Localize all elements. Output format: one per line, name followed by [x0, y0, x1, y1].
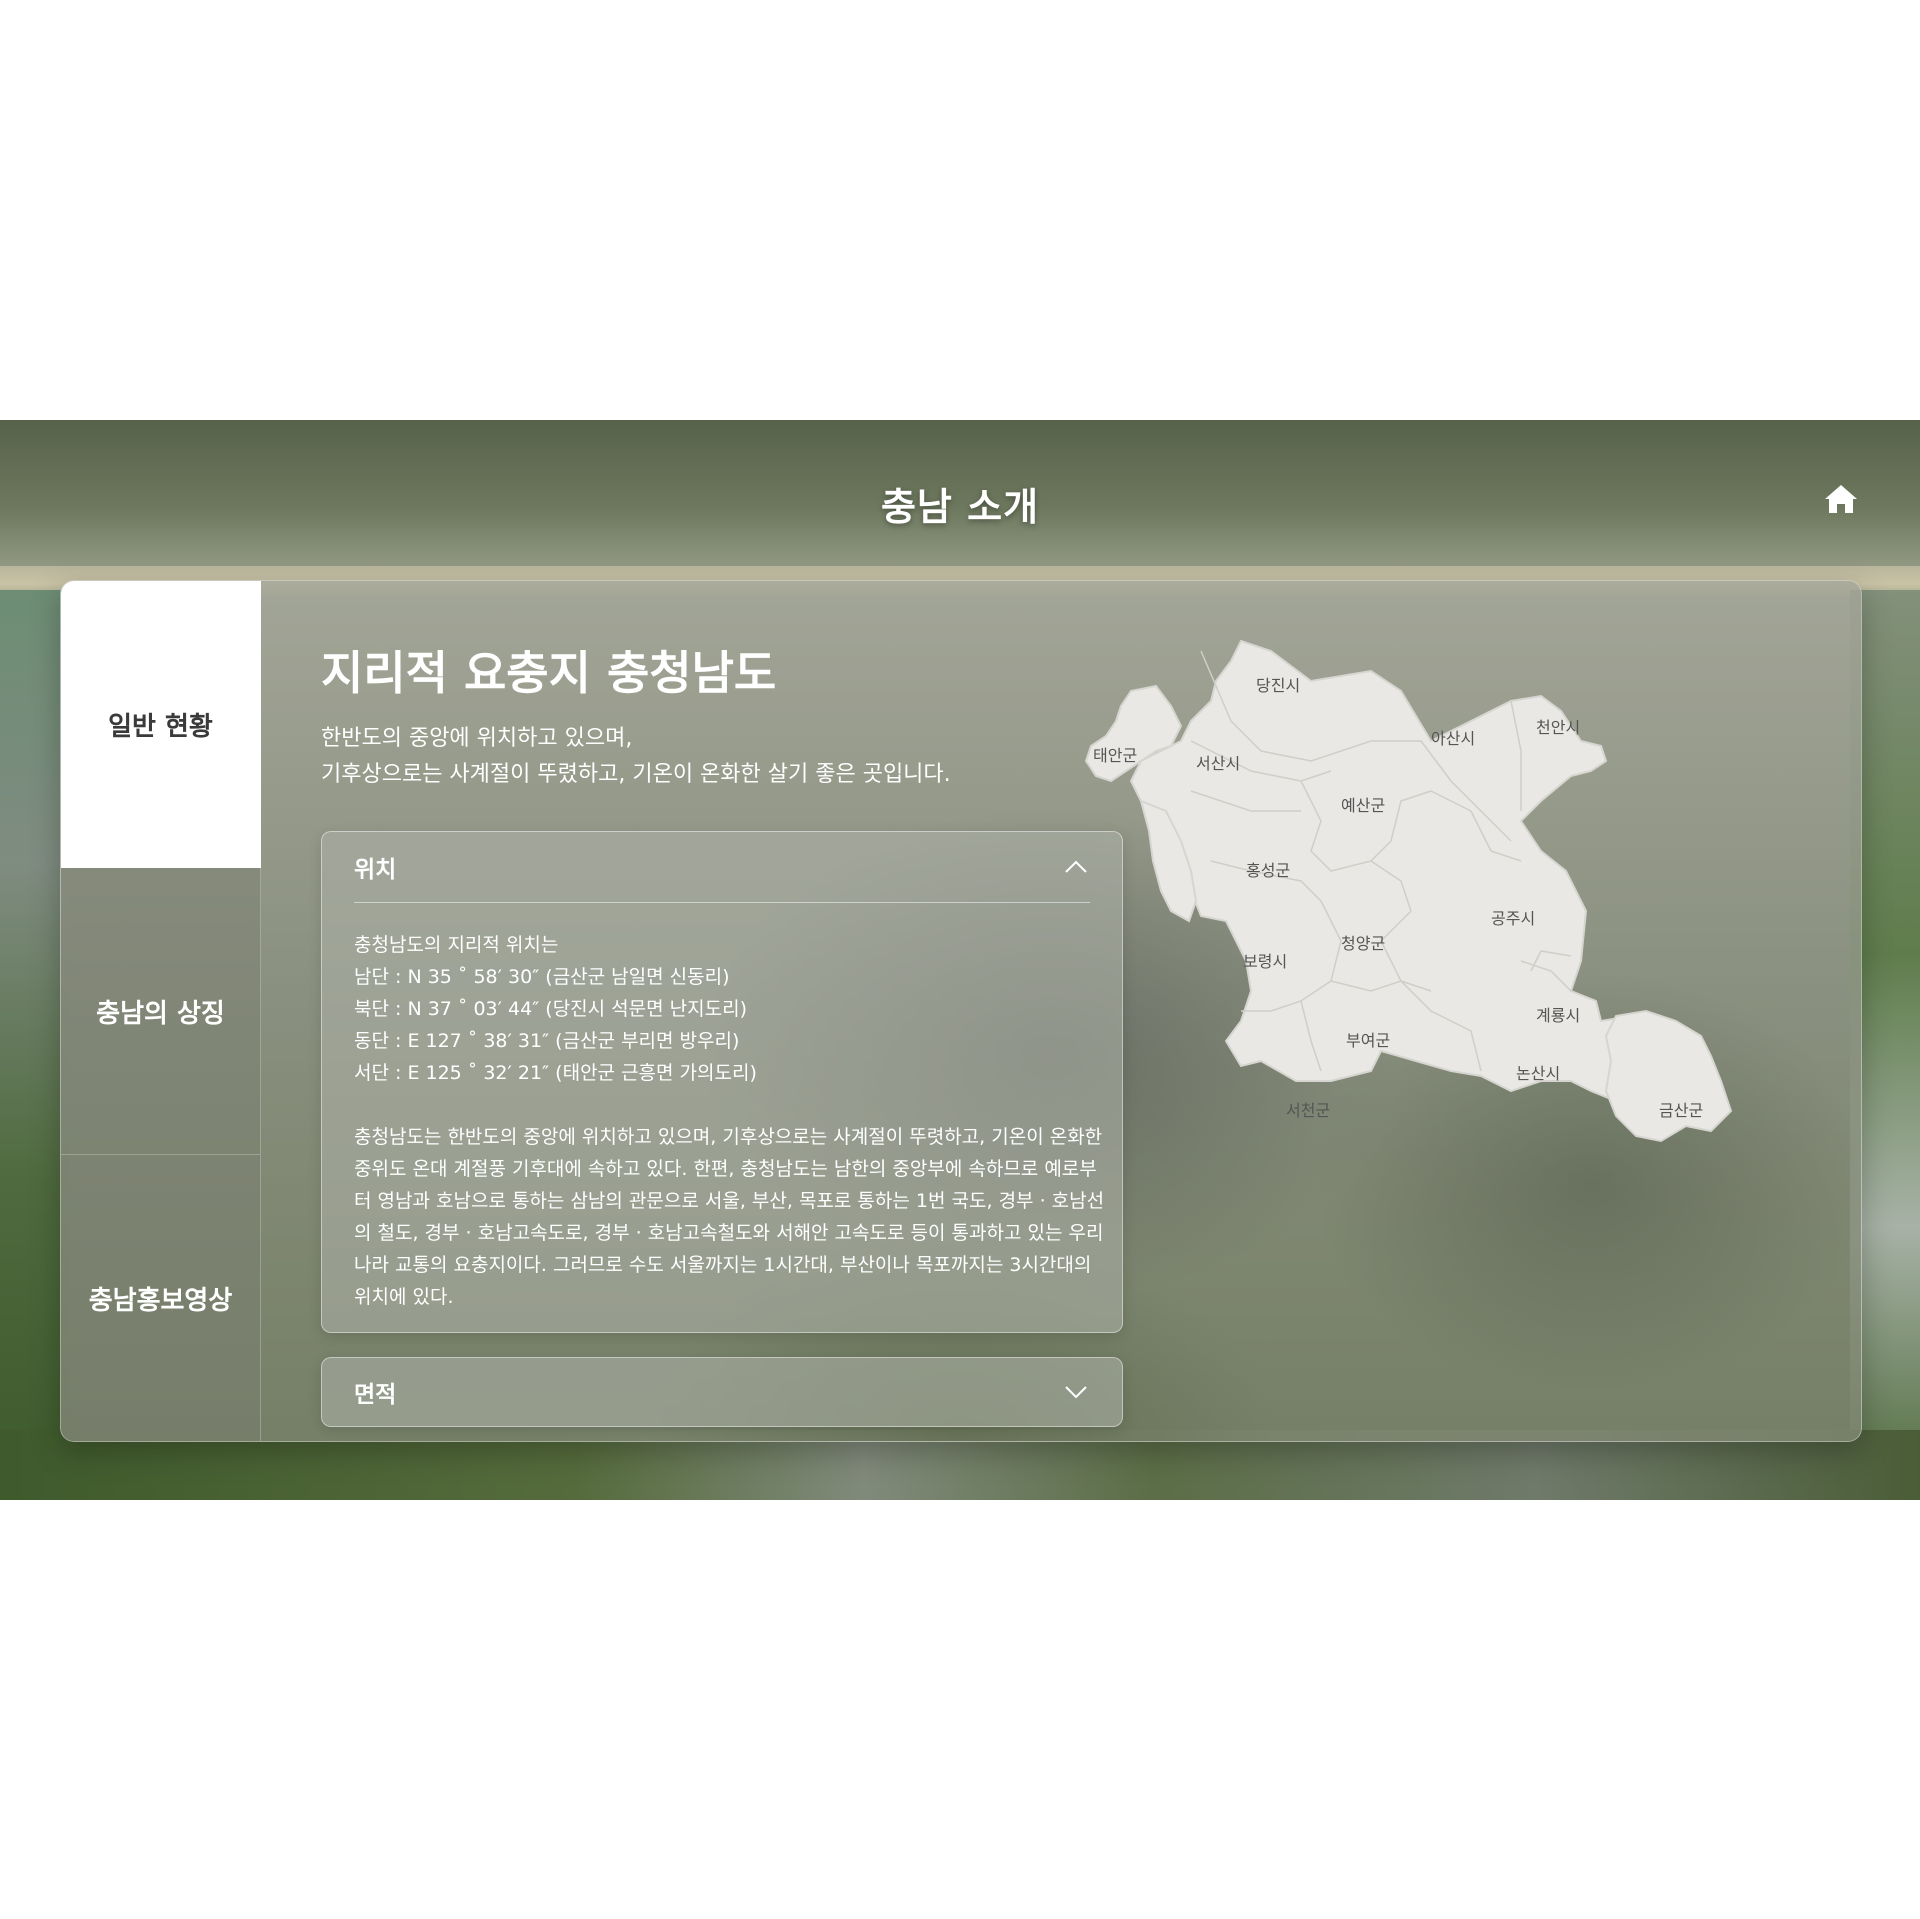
- sidebar-item-general[interactable]: 일반 현황: [61, 581, 261, 868]
- map-label-seosan[interactable]: 서산시: [1196, 754, 1240, 773]
- paragraph-line: 중위도 온대 계절풍 기후대에 속하고 있다. 한편, 충청남도는 남한의 중앙…: [354, 1158, 1097, 1180]
- accordion-body-location: 충청남도의 지리적 위치는 남단 : N 35 ˚ 58′ 30″ (금산군 남…: [322, 903, 1122, 1313]
- map-label-geumsan[interactable]: 금산군: [1659, 1101, 1703, 1120]
- location-line: 북단 : N 37 ˚ 03′ 44″ (당진시 석문면 난지도리): [354, 998, 747, 1020]
- main-panel: 일반 현황 충남의 상징 충남홍보영상 지리적 요충지 충청남도 한반도의 중앙…: [60, 580, 1862, 1442]
- map-label-gongju[interactable]: 공주시: [1491, 909, 1535, 928]
- content-area: 지리적 요충지 충청남도 한반도의 중앙에 위치하고 있으며, 기후상으로는 사…: [321, 581, 1123, 1441]
- location-line: 동단 : E 127 ˚ 38′ 31″ (금산군 부리면 방우리): [354, 1030, 740, 1052]
- sidebar-item-symbols[interactable]: 충남의 상징: [61, 868, 261, 1155]
- app-screen: 충남 소개 일반 현황 충남의 상징 충남홍보영상 지리적 요충지 충청남도 한…: [0, 420, 1920, 1500]
- location-line: 충청남도의 지리적 위치는: [354, 934, 559, 956]
- accordion-location: 위치 충청남도의 지리적 위치는 남단 : N 35 ˚ 58′ 30″ (금산…: [321, 831, 1123, 1333]
- map-label-buyeo[interactable]: 부여군: [1346, 1031, 1390, 1050]
- accordion-area: 면적: [321, 1357, 1123, 1427]
- map-label-asan[interactable]: 아산시: [1431, 729, 1475, 748]
- accordion-header-area[interactable]: 면적: [354, 1358, 1090, 1426]
- accordion-title: 면적: [354, 1382, 397, 1408]
- map-label-taean[interactable]: 태안군: [1093, 746, 1137, 765]
- intro-line: 한반도의 중앙에 위치하고 있으며,: [321, 726, 633, 751]
- home-icon: [1825, 485, 1857, 513]
- chungnam-map: 당진시 천안시 아산시 태안군 서산시 예산군 홍성군 공주시 청양군 보령시 …: [1071, 611, 1791, 1261]
- paragraph-line: 터 영남과 호남으로 통하는 삼남의 관문으로 서울, 부산, 목포로 통하는 …: [354, 1190, 1105, 1212]
- paragraph-line: 의 철도, 경부 · 호남고속도로, 경부 · 호남고속철도와 서해안 고속도로…: [354, 1222, 1104, 1244]
- map-label-cheonan[interactable]: 천안시: [1536, 718, 1580, 737]
- intro-line: 기후상으로는 사계절이 뚜렸하고, 기온이 온화한 살기 좋은 곳입니다.: [321, 762, 951, 787]
- geumsan-area: [1604, 1009, 1733, 1143]
- sidebar-item-label: 충남의 상징: [96, 998, 225, 1029]
- map-label-dangjin[interactable]: 당진시: [1256, 676, 1300, 695]
- map-label-seocheon[interactable]: 서천군: [1286, 1101, 1330, 1120]
- page-title: 충남 소개: [880, 485, 1040, 529]
- sidebar: 일반 현황 충남의 상징 충남홍보영상: [61, 581, 261, 1441]
- paragraph-line: 위치에 있다.: [354, 1286, 454, 1308]
- chevron-down-icon: [1065, 1386, 1087, 1399]
- paragraph-line: 나라 교통의 요충지이다. 그러므로 수도 서울까지는 1시간대, 부산이나 목…: [354, 1254, 1092, 1276]
- accordion-header-location[interactable]: 위치: [354, 832, 1090, 903]
- sidebar-item-label: 일반 현황: [108, 711, 213, 742]
- map-label-cheongyang[interactable]: 청양군: [1341, 934, 1385, 953]
- sidebar-item-promo-video[interactable]: 충남홍보영상: [61, 1155, 261, 1441]
- paragraph-line: 충청남도는 한반도의 중앙에 위치하고 있으며, 기후상으로는 사계절이 뚜렷하…: [354, 1126, 1103, 1148]
- location-line: 서단 : E 125 ˚ 32′ 21″ (태안군 근흥면 가의도리): [354, 1062, 757, 1084]
- map-label-boryeong[interactable]: 보령시: [1243, 952, 1287, 971]
- accordion-title: 위치: [354, 857, 397, 883]
- map-label-hongseong[interactable]: 홍성군: [1246, 861, 1290, 880]
- map-svg: 당진시 천안시 아산시 태안군 서산시 예산군 홍성군 공주시 청양군 보령시 …: [1084, 639, 1733, 1143]
- map-label-yesan[interactable]: 예산군: [1341, 796, 1385, 815]
- home-button[interactable]: [1822, 480, 1860, 518]
- location-line: 남단 : N 35 ˚ 58′ 30″ (금산군 남일면 신동리): [354, 966, 730, 988]
- sidebar-item-label: 충남홍보영상: [88, 1285, 233, 1316]
- map-label-gyeryong[interactable]: 계룡시: [1536, 1006, 1580, 1025]
- intro-text: 한반도의 중앙에 위치하고 있으며, 기후상으로는 사계절이 뚜렸하고, 기온이…: [321, 721, 1121, 793]
- section-heading: 지리적 요충지 충청남도: [321, 646, 777, 700]
- location-paragraph: 충청남도는 한반도의 중앙에 위치하고 있으며, 기후상으로는 사계절이 뚜렷하…: [354, 1121, 1105, 1313]
- province-outline: [1129, 639, 1678, 1103]
- map-label-nonsan[interactable]: 논산시: [1516, 1064, 1560, 1083]
